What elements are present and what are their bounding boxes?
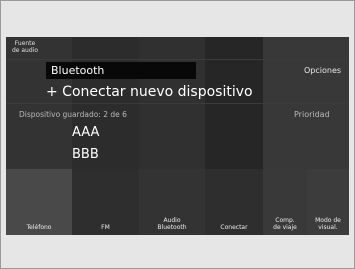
audio-source-button[interactable]: Fuente de audio [8, 40, 42, 54]
saved-devices-info: Dispositivo guardado: 2 de 6 [19, 110, 127, 119]
tab-label: Modo de [315, 217, 341, 224]
tab-label: Comp. [275, 217, 295, 224]
device-item[interactable]: BBB [72, 147, 99, 162]
tab-telefono[interactable]: Teléfono [6, 169, 72, 235]
tab-audio-bluetooth[interactable]: Audio Bluetooth [139, 169, 205, 235]
tab-label: Conectar [220, 224, 248, 231]
priority-button[interactable]: Prioridad [294, 110, 330, 119]
divider [6, 59, 349, 60]
add-device-button[interactable]: + Conectar nuevo dispositivo [46, 83, 253, 101]
infotainment-screen: Fuente de audio Bluetooth Opciones + Con… [6, 37, 349, 235]
tab-label: Bluetooth [157, 224, 187, 231]
audio-source-label-line1: Fuente [14, 40, 36, 47]
divider [6, 103, 349, 104]
options-button[interactable]: Opciones [304, 66, 341, 75]
device-item[interactable]: AAA [72, 125, 99, 140]
tab-display-mode[interactable]: Modo de visual. [307, 169, 349, 235]
tab-label: visual. [318, 224, 338, 231]
tab-label: Audio [163, 217, 181, 224]
tab-label: de viaje [273, 224, 297, 231]
audio-source-label-line2: de audio [11, 47, 39, 54]
tab-fm[interactable]: FM [72, 169, 139, 235]
tab-label: FM [101, 224, 110, 231]
tab-conectar[interactable]: Conectar [205, 169, 263, 235]
bottom-tab-bar: Teléfono FM Audio Bluetooth Conectar Com… [6, 169, 349, 235]
tab-label: Teléfono [26, 224, 52, 231]
screen-title: Bluetooth [46, 62, 196, 79]
tab-trip-computer[interactable]: Comp. de viaje [263, 169, 307, 235]
